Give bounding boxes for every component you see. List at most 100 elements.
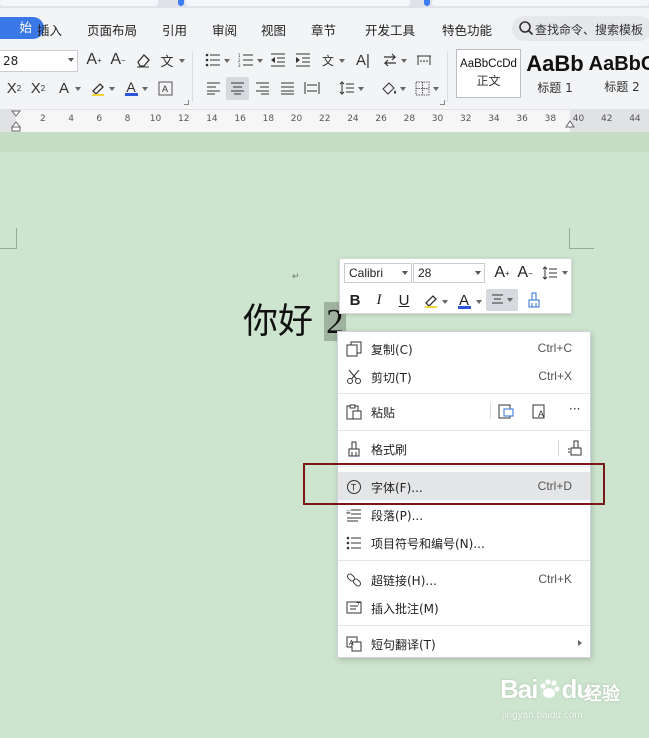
font-size-select[interactable]: 28 [0,50,78,72]
mini-italic-button[interactable]: I [368,289,390,311]
shading-icon[interactable] [379,78,399,98]
chevron-down-icon[interactable] [142,87,148,91]
text-effect-icon[interactable]: A [54,78,74,98]
ruler-number: 10 [149,114,162,124]
chevron-down-icon[interactable] [179,59,185,63]
menu-view[interactable]: 视图 [261,20,286,39]
copy-icon [345,340,362,357]
distributed-align-icon[interactable] [302,78,322,98]
chevron-down-icon[interactable] [476,300,482,304]
ruler-number: 28 [403,114,416,124]
chevron-down-icon[interactable] [358,87,364,91]
search-icon [519,21,534,36]
char-border-icon[interactable]: A [155,78,175,98]
mini-font-name-value: Calibri [349,266,384,280]
menu-insert[interactable]: 插入 [37,20,62,39]
align-left-icon[interactable] [203,78,223,98]
tab-settings-icon[interactable] [414,50,434,70]
menu-format-painter[interactable]: 格式刷 [338,434,590,462]
menu-hyperlink[interactable]: 超链接(H)... Ctrl+K [338,565,590,593]
chevron-down-icon[interactable] [401,59,407,63]
menu-developer[interactable]: 开发工具 [365,20,415,39]
horizontal-ruler[interactable]: 2 4 6 8 10 12 14 16 18 20 22 24 26 28 30 32 34 36 38 40 42 44 [0,110,649,132]
ruler-number: 14 [206,114,218,124]
menu-page-layout[interactable]: 页面布局 [87,20,137,39]
document-text[interactable]: 你好 2 [243,300,346,344]
chevron-down-icon[interactable] [400,87,406,91]
right-indent-marker-icon[interactable] [564,119,576,132]
menu-references[interactable]: 引用 [162,20,187,39]
chevron-down-icon[interactable] [257,59,263,63]
ruler-number: 42 [601,114,613,124]
decrease-indent-icon[interactable] [268,50,288,70]
align-center-icon[interactable] [226,77,249,100]
font-dialog-launcher-icon[interactable] [184,100,189,105]
superscript-icon[interactable]: X2 [4,78,24,98]
style-heading-1[interactable]: AaBb 标题 1 [523,49,587,98]
paste-text-only-icon[interactable]: A [532,403,548,422]
style-heading-2[interactable]: AaBbC 标题 2 [587,49,649,98]
menu-divider [490,403,491,419]
paragraph-dialog-launcher-icon[interactable] [440,100,445,105]
mini-font-color-icon[interactable]: A [453,289,475,311]
justify-icon[interactable] [277,78,297,98]
mini-underline-button[interactable]: U [393,289,415,311]
more-icon[interactable]: ··· [569,402,580,416]
menu-bullets-numbering[interactable]: 项目符号和编号(N)... [338,528,590,556]
menu-review[interactable]: 审阅 [212,20,237,39]
chevron-down-icon[interactable] [109,87,115,91]
watermark-url: jingyan.baidu.com [502,710,583,721]
chevron-down-icon[interactable] [442,300,448,304]
subscript-icon[interactable]: X2 [28,78,48,98]
menu-special-features[interactable]: 特色功能 [442,20,492,39]
show-hide-marks-icon[interactable] [380,50,400,70]
format-painter-sticky-icon[interactable] [567,440,583,459]
ruler-number: 32 [460,114,472,124]
borders-icon[interactable] [412,78,432,98]
clear-format-icon[interactable] [133,50,153,70]
menu-chapter[interactable]: 章节 [311,20,336,39]
mini-font-name-select[interactable]: Calibri [344,263,412,283]
command-search[interactable]: 查找命令、搜索模板 [512,16,649,41]
chevron-down-icon[interactable] [433,87,439,91]
menu-cut[interactable]: 剪切(T) Ctrl+X [338,362,590,390]
mini-font-size-select[interactable]: 28 [413,263,485,283]
mini-grow-font-icon[interactable]: A + [491,262,513,284]
chevron-down-icon[interactable] [562,271,568,275]
increase-indent-icon[interactable] [293,50,313,70]
chevron-down-icon[interactable] [339,59,345,63]
paste-keep-format-icon[interactable] [498,403,514,422]
style-normal[interactable]: AaBbCcDd 正文 [456,49,521,98]
highlight-icon[interactable] [88,78,108,98]
svg-text:+: + [356,600,361,607]
menu-paste[interactable]: 粘贴 A ··· [338,397,590,425]
numbered-list-icon[interactable]: 123 [236,50,256,70]
mini-align-center-icon[interactable] [486,289,518,311]
bullet-list-icon[interactable] [203,50,223,70]
menu-insert-comment[interactable]: + 插入批注(M) [338,593,590,621]
chevron-down-icon[interactable] [224,59,230,63]
menu-copy[interactable]: 复制(C) Ctrl+C [338,334,590,362]
font-color-icon[interactable]: A [121,77,141,97]
window-tab[interactable] [0,0,158,6]
document-tab[interactable] [186,0,410,6]
chinese-layout-icon[interactable]: 文 [318,50,338,70]
paragraph-mark: ↵ [292,272,300,282]
mini-shrink-font-icon[interactable]: A − [514,262,536,284]
align-right-icon[interactable] [252,78,272,98]
ruler-number: 36 [516,114,528,124]
shrink-font-icon[interactable]: A − [108,50,128,70]
line-spacing-icon[interactable] [337,78,357,98]
mini-highlight-icon[interactable] [420,289,442,311]
document-tab[interactable] [432,0,649,6]
chevron-down-icon[interactable] [75,87,81,91]
left-indent-marker-icon[interactable] [10,110,22,132]
grow-font-icon[interactable]: A + [84,50,104,70]
mini-bold-button[interactable]: B [344,289,366,311]
mini-format-painter-icon[interactable] [523,289,545,311]
text-direction-icon[interactable]: A| [353,50,373,70]
menu-translate[interactable]: A 短句翻译(T) [338,629,590,657]
mini-line-spacing-icon[interactable] [539,262,561,284]
phonetic-guide-icon[interactable]: 文 [157,50,177,70]
menu-cut-shortcut: Ctrl+X [538,369,572,383]
